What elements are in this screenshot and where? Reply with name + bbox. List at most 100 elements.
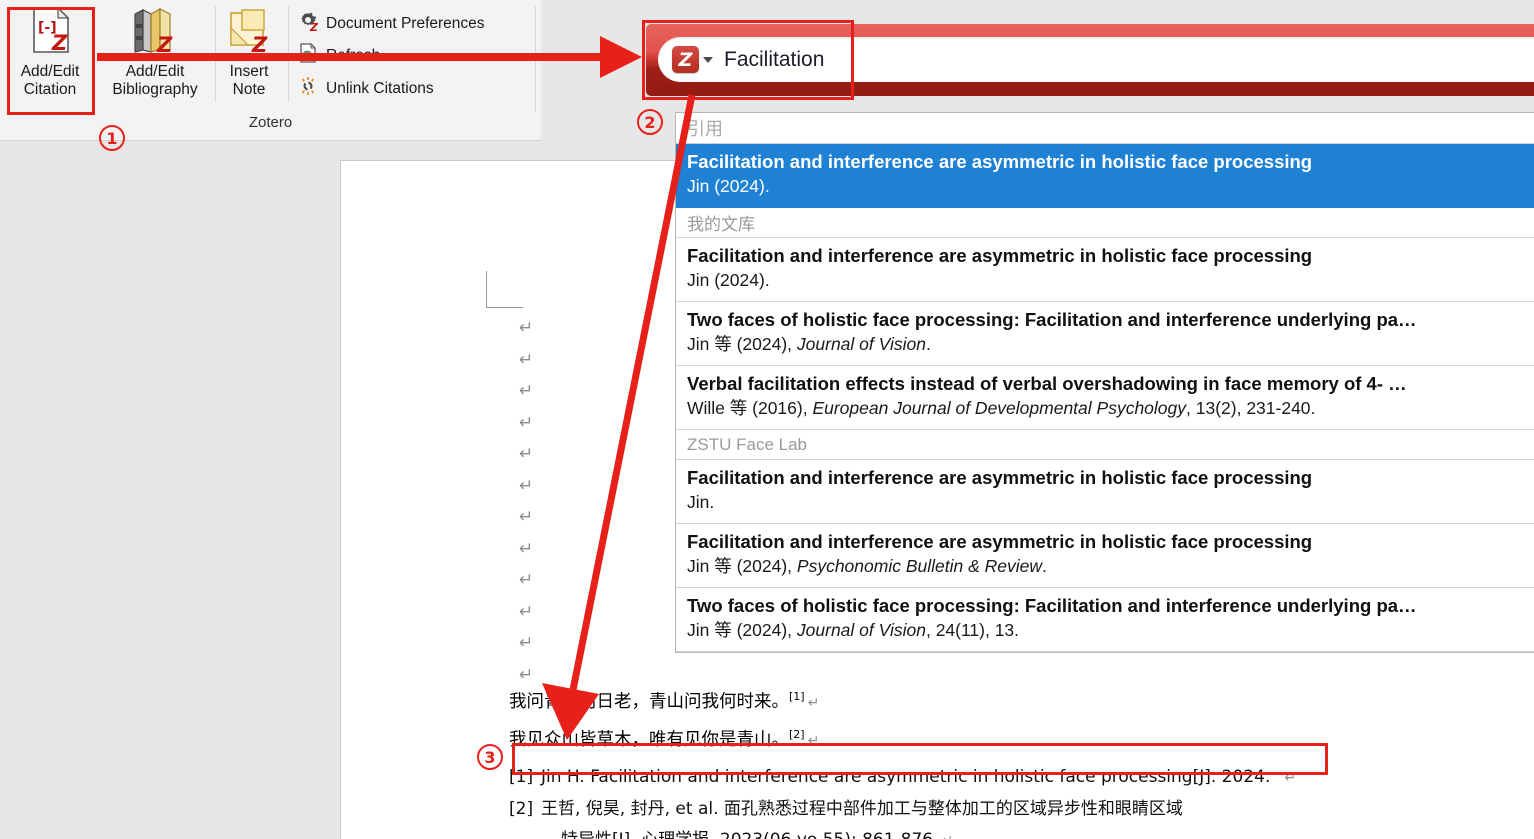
citation-query-text: Facilitation (724, 47, 825, 71)
ribbon-divider-2 (288, 6, 289, 102)
paragraph-mark: ↵ (519, 349, 534, 370)
result-meta-prefix: Jin (2024). (687, 270, 770, 290)
list-item[interactable]: Verbal facilitation effects instead of v… (676, 366, 1534, 430)
refresh-menu-item[interactable]: Refresh (297, 42, 380, 69)
annotation-marker-2: 2 (637, 109, 663, 135)
add-edit-citation-button[interactable]: [-] Z Add/Edit Citation (2, 6, 98, 99)
body-paragraph-text: 我见众山皆草木，唯有见你是青山。 (509, 730, 789, 751)
svg-text:Z: Z (251, 33, 268, 56)
chevron-down-icon[interactable] (703, 56, 713, 63)
document-body-text[interactable]: 我问青山何日老，青山问我何时来。[1] ↵ 我见众山皆草木，唯有见你是青山。[2]… (509, 681, 1509, 839)
result-meta-journal: Journal of Vision (796, 334, 926, 354)
document-preferences-label: Document Preferences (326, 14, 485, 32)
dropdown-search-placeholder[interactable]: 引用 (676, 113, 1534, 144)
page-margin-marker (486, 271, 523, 308)
paragraph-mark: ↵ (807, 733, 820, 750)
result-meta: Wille 等 (2016), European Journal of Deve… (687, 396, 1523, 421)
result-title: Facilitation and interference are asymme… (687, 467, 1313, 488)
result-title: Two faces of holistic face processing: F… (687, 309, 1417, 330)
result-meta-journal: Psychonomic Bulletin & Review (796, 556, 1043, 576)
zotero-ribbon-tab: [-] Z Add/Edit Citation Z Add/Edit Bibli… (0, 0, 541, 141)
bibliography-entry-text: Jin H. Facilitation and interference are… (541, 766, 1271, 787)
result-title: Two faces of holistic face processing: F… (687, 595, 1417, 616)
list-item[interactable]: Facilitation and interference are asymme… (676, 460, 1534, 524)
list-item[interactable]: Facilitation and interference are asymme… (676, 524, 1534, 588)
list-item[interactable]: Facilitation and interference are asymme… (676, 144, 1534, 208)
citation-results-dropdown[interactable]: 引用 Facilitation and interference are asy… (675, 112, 1534, 653)
result-title: Verbal facilitation effects instead of v… (687, 373, 1407, 394)
result-meta-journal: Journal of Vision (796, 620, 926, 640)
citation-search-field[interactable]: Z Facilitation (658, 37, 1534, 82)
ribbon-content: [-] Z Add/Edit Citation Z Add/Edit Bibli… (0, 0, 541, 112)
zotero-quick-format-bar[interactable]: Z Facilitation (646, 24, 1534, 96)
list-item[interactable]: Facilitation and interference are asymme… (676, 238, 1534, 302)
result-meta-prefix: Jin 等 (2024), (687, 556, 797, 576)
result-meta-prefix: Jin 等 (2024), (687, 620, 797, 640)
result-meta-journal: European Journal of Developmental Psycho… (812, 398, 1187, 418)
screenshot-root: [-] Z Add/Edit Citation Z Add/Edit Bibli… (0, 0, 1534, 839)
result-meta-suffix: , 13(2), 231-240. (1186, 398, 1316, 418)
result-meta: Jin. (687, 490, 1523, 515)
paragraph-mark: ↵ (519, 570, 534, 590)
result-title: Facilitation and interference are asymme… (687, 151, 1313, 172)
gear-z-icon: Z (297, 10, 319, 37)
paragraph-mark: ↵ (519, 412, 534, 433)
result-title: Facilitation and interference are asymme… (687, 531, 1313, 552)
bibliography-entry-number: [1] (509, 766, 534, 787)
annotation-marker-1: 1 (99, 125, 125, 151)
result-meta: Jin 等 (2024), Journal of Vision, 24(11),… (687, 618, 1523, 643)
svg-text:Z: Z (309, 21, 319, 32)
svg-text:Z: Z (51, 31, 68, 55)
books-bibliography-icon: Z (100, 6, 210, 61)
bibliography-entry-continuation: 特异性[J]. 心理学报, 2023(06 vo 55): 861-876.↵ (509, 825, 1509, 839)
bibliography-entry[interactable]: [2] 王哲, 倪昊, 封丹, et al. 面孔熟悉过程中部件加工与整体加工的区… (509, 794, 1509, 825)
bibliography-entry-number: [2] (509, 798, 534, 819)
insert-note-icon: Z (218, 6, 280, 61)
paragraph-mark: ↵ (942, 833, 954, 839)
list-item[interactable]: Two faces of holistic face processing: F… (676, 302, 1534, 366)
paragraph-mark: ↵ (519, 538, 534, 559)
bibliography-entry-text: 王哲, 倪昊, 封丹, et al. 面孔熟悉过程中部件加工与整体加工的区域异步… (541, 798, 1183, 819)
unlink-citations-label: Unlink Citations (326, 79, 434, 97)
bibliography-entry[interactable]: [1] Jin H. Facilitation and interference … (509, 762, 1509, 794)
result-meta-suffix: , 24(11), 13. (925, 620, 1020, 640)
paragraph-mark: ↵ (1284, 769, 1297, 786)
refresh-label: Refresh (326, 46, 381, 64)
paragraph-mark: ↵ (519, 444, 534, 464)
unlink-icon (297, 75, 319, 102)
result-meta: Jin 等 (2024), Journal of Vision. (687, 332, 1523, 357)
result-meta: Jin (2024). (687, 268, 1523, 293)
result-meta-prefix: Jin. (687, 492, 715, 512)
result-meta: Jin 等 (2024), Psychonomic Bulletin & Rev… (687, 554, 1523, 579)
bibliography-entry-text-wrap: 特异性[J]. 心理学报, 2023(06 vo 55): 861-876. (561, 830, 939, 839)
body-paragraph: 我见众山皆草木，唯有见你是青山。[2] ↵ (509, 719, 1509, 757)
paragraph-marks-column: ↵ ↵ ↵ ↵ ↵ ↵ ↵ ↵ ↵ ↵ ↵ ↵ (519, 313, 549, 691)
citation-superscript[interactable]: [2] (789, 728, 805, 741)
citation-superscript[interactable]: [1] (789, 690, 805, 703)
paragraph-mark: ↵ (519, 507, 534, 527)
document-preferences-menu-item[interactable]: Z Document Preferences (297, 10, 485, 37)
paragraph-mark: ↵ (519, 633, 534, 653)
unlink-citations-menu-item[interactable]: Unlink Citations (297, 75, 434, 102)
result-meta: Jin (2024). (687, 174, 1523, 199)
annotation-marker-3: 3 (477, 744, 503, 770)
result-meta-suffix: . (925, 334, 931, 354)
paragraph-mark: ↵ (519, 318, 534, 338)
result-meta-prefix: Wille 等 (2016), (687, 398, 813, 418)
add-edit-bibliography-label: Add/Edit Bibliography (112, 63, 198, 98)
insert-note-label: Insert Note (229, 63, 269, 98)
insert-note-button[interactable]: Z Insert Note (218, 6, 280, 99)
add-edit-bibliography-button[interactable]: Z Add/Edit Bibliography (100, 6, 210, 99)
list-item[interactable]: Two faces of holistic face processing: F… (676, 588, 1534, 652)
paragraph-mark: ↵ (807, 694, 820, 711)
document-citation-icon: [-] Z (2, 6, 98, 61)
paragraph-mark: ↵ (519, 381, 534, 401)
ribbon-group-label: Zotero (248, 114, 293, 131)
result-meta-prefix: Jin 等 (2024), (687, 334, 797, 354)
svg-text:Z: Z (156, 33, 173, 56)
refresh-icon (297, 42, 319, 69)
library-group-header: ZSTU Face Lab (676, 430, 1534, 460)
add-edit-citation-label: Add/Edit Citation (20, 63, 80, 98)
result-meta-prefix: Jin (2024). (687, 176, 770, 196)
body-paragraph-text: 我问青山何日老，青山问我何时来。 (509, 691, 789, 712)
